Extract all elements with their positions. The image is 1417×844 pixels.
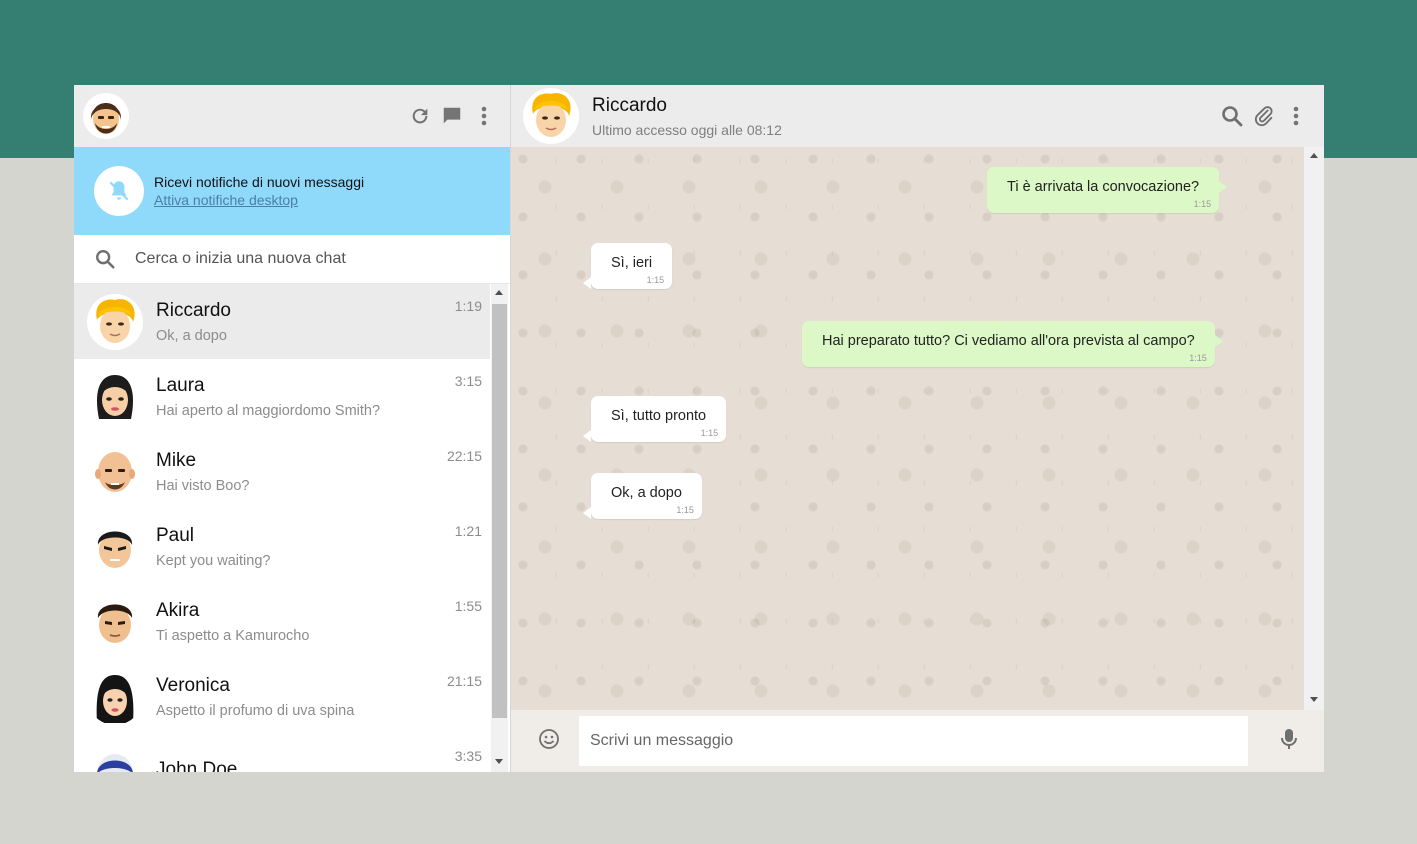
chat-preview: Kept you waiting? [156, 552, 271, 569]
message-bubble[interactable]: Ti è arrivata la convocazione? 1:15 [987, 167, 1228, 213]
scroll-up-icon[interactable] [1310, 153, 1318, 158]
message-text: Sì, ieri [611, 255, 653, 271]
emoji-icon[interactable] [537, 727, 561, 756]
chat-item-akira[interactable]: Akira Ti aspetto a Kamurocho 1:55 [74, 584, 490, 659]
message-time: 1:15 [700, 428, 719, 438]
search-icon [96, 250, 115, 269]
message-text: Ok, a dopo [611, 485, 682, 501]
message-input[interactable]: Scrivi un messaggio [579, 716, 1248, 766]
message-bubble[interactable]: Ok, a dopo 1:15 [583, 473, 702, 519]
avatar [87, 443, 143, 500]
message-bubble[interactable]: Hai preparato tutto? Ci vediamo all'ora … [802, 321, 1223, 367]
message-bubble[interactable]: Sì, ieri 1:15 [582, 243, 673, 289]
contact-name: Riccardo [592, 94, 667, 116]
avatar [87, 668, 143, 725]
chat-time: 21:15 [446, 673, 482, 689]
chat-preview: Hai visto Boo? [156, 477, 250, 494]
message-time: 1:15 [1189, 353, 1207, 363]
chat-item-john-doe[interactable]: John Doe 3:35 [74, 734, 490, 772]
my-avatar[interactable] [83, 93, 129, 139]
chat-item-mike[interactable]: Mike Hai visto Boo? 22:15 [74, 434, 490, 509]
message-time: 1:15 [676, 505, 694, 515]
enable-notifications-link[interactable]: Attiva notifiche desktop [154, 191, 364, 209]
avatar [87, 368, 143, 425]
conversation-panel: Riccardo Ultimo accesso oggi alle 08:12 [511, 85, 1324, 772]
message-scrollbar[interactable] [1304, 147, 1324, 710]
message-text: Hai preparato tutto? Ci vediamo all'ora … [822, 333, 1195, 349]
scroll-up-icon[interactable] [495, 290, 503, 295]
sidebar-header [74, 85, 510, 147]
message-text: Sì, tutto pronto [611, 408, 707, 424]
attach-icon[interactable] [1248, 100, 1280, 132]
chat-time: 3:35 [454, 748, 482, 764]
refresh-icon[interactable] [404, 100, 436, 132]
chat-preview: Ok, a dopo [156, 327, 227, 344]
message-area: Ti è arrivata la convocazione? 1:15 Sì, … [511, 147, 1324, 710]
search-icon[interactable] [1216, 100, 1248, 132]
chat-item-laura[interactable]: Laura Hai aperto al maggiordomo Smith? 3… [74, 359, 490, 434]
chat-name: Veronica [156, 674, 230, 696]
avatar [87, 518, 143, 575]
chat-item-riccardo[interactable]: Riccardo Ok, a dopo 1:19 [74, 284, 490, 359]
chat-name: John Doe [156, 758, 238, 773]
menu-icon[interactable] [468, 100, 500, 132]
chat-item-paul[interactable]: Paul Kept you waiting? 1:21 [74, 509, 490, 584]
avatar [87, 293, 143, 350]
chat-time: 22:15 [446, 448, 482, 464]
message-time: 1:15 [1193, 199, 1212, 209]
message-composer: Scrivi un messaggio [511, 710, 1324, 772]
notification-bell-icon [94, 166, 144, 216]
avatar [87, 593, 143, 650]
chat-name: Paul [156, 524, 195, 546]
message-bubble[interactable]: Sì, tutto pronto 1:15 [582, 396, 727, 442]
chat-name: Laura [156, 374, 205, 396]
chat-name: Mike [156, 449, 197, 471]
contact-avatar[interactable] [523, 88, 579, 144]
scroll-down-icon[interactable] [495, 759, 503, 764]
app-window: Ricevi notifiche di nuovi messaggi Attiv… [74, 85, 1324, 772]
chat-preview: Ti aspetto a Kamurocho [156, 627, 310, 644]
conversation-header[interactable]: Riccardo Ultimo accesso oggi alle 08:12 [511, 85, 1324, 147]
new-chat-icon[interactable] [436, 100, 468, 132]
chat-list-scrollbar[interactable] [491, 284, 508, 772]
chat-name: Akira [156, 599, 200, 621]
microphone-icon[interactable] [1279, 727, 1299, 756]
chat-sidebar: Ricevi notifiche di nuovi messaggi Attiv… [74, 85, 511, 772]
search-input[interactable]: Cerca o inizia una nuova chat [135, 250, 346, 268]
chat-preview: Aspetto il profumo di uva spina [156, 702, 355, 719]
chat-item-veronica[interactable]: Veronica Aspetto il profumo di uva spina… [74, 659, 490, 734]
message-text: Ti è arrivata la convocazione? [1007, 179, 1200, 195]
search-bar[interactable]: Cerca o inizia una nuova chat [74, 235, 510, 284]
chat-time: 1:19 [454, 298, 482, 314]
chat-time: 3:15 [454, 373, 482, 389]
menu-icon[interactable] [1280, 100, 1312, 132]
chat-time: 1:21 [454, 523, 482, 539]
avatar [87, 743, 143, 772]
chat-time: 1:55 [454, 598, 482, 614]
notification-title: Ricevi notifiche di nuovi messaggi [154, 174, 365, 190]
scrollbar-thumb[interactable] [492, 304, 507, 718]
chat-preview: Hai aperto al maggiordomo Smith? [156, 402, 381, 419]
notification-banner[interactable]: Ricevi notifiche di nuovi messaggi Attiv… [74, 147, 510, 235]
scroll-down-icon[interactable] [1310, 697, 1318, 702]
chat-name: Riccardo [156, 299, 231, 321]
message-time: 1:15 [646, 275, 665, 285]
chat-list: Riccardo Ok, a dopo 1:19 Laura Hai apert… [74, 284, 510, 772]
contact-last-seen: Ultimo accesso oggi alle 08:12 [592, 121, 782, 138]
